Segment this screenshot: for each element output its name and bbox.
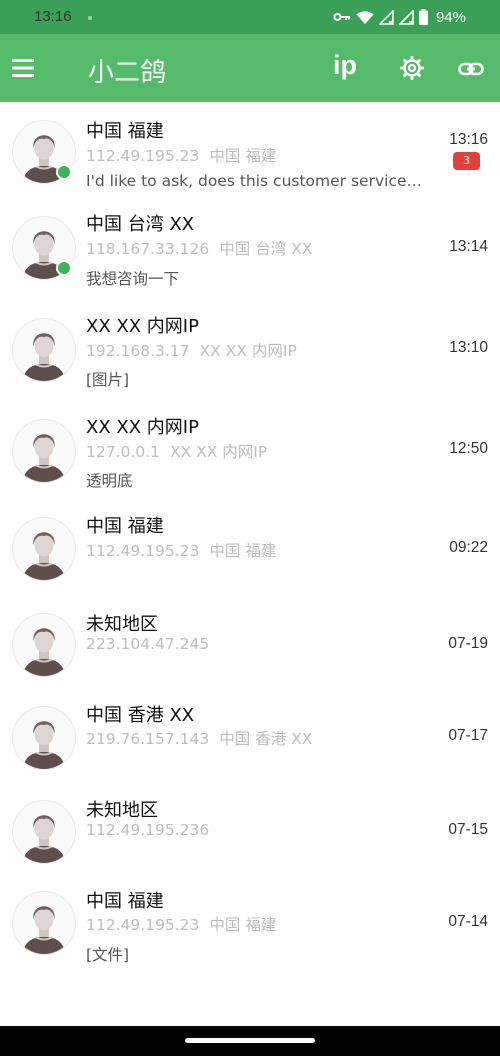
last-message: 透明底 [86,472,133,490]
message-time: 13:16 [449,131,488,148]
conversation-item[interactable]: XX XX 内网IP 127.0.0.1 XX XX 内网IP 透明底 12:50 [0,402,500,502]
ip-location: XX XX 内网IP [199,342,297,360]
message-time: 13:14 [449,238,488,255]
online-indicator [56,260,72,276]
avatar [12,318,76,382]
ip-location: 中国 福建 [209,916,277,934]
conversation-name: 中国 台湾 XX [86,214,195,235]
conversation-name: 中国 福建 [86,516,164,537]
ip-location: 中国 福建 [209,542,277,560]
ip-address: 112.49.195.23 [86,147,200,165]
avatar-icon [23,532,65,580]
ip-location: 中国 台湾 XX [219,240,313,258]
conversation-name: XX XX 内网IP [86,316,199,337]
conversation-item[interactable]: 中国 福建 112.49.195.23 中国 福建 [文件] 07-14 [0,877,500,977]
avatar [12,800,76,864]
notification-dot-icon [88,16,92,20]
conversation-item[interactable]: 未知地区 223.104.47.245 07-19 [0,600,500,691]
gear-icon[interactable] [400,56,424,80]
conversation-item[interactable]: 中国 台湾 XX 118.167.33.126 中国 台湾 XX 我想咨询一下 1… [0,200,500,301]
message-time: 13:10 [449,339,488,356]
last-message: [文件] [86,946,130,964]
avatar [12,891,76,955]
conversation-ip: 112.49.195.23 中国 福建 [86,913,276,935]
conversation-name: XX XX 内网IP [86,417,199,438]
ip-address: 118.167.33.126 [86,240,210,258]
last-message: [图片] [86,371,130,389]
last-message: 我想咨询一下 [86,270,180,288]
ip-location: 中国 福建 [209,147,277,165]
conversation-item[interactable]: 未知地区 112.49.195.236 07-15 [0,786,500,877]
conversation-name: 中国 福建 [86,121,164,142]
ip-address: 127.0.0.1 [86,443,160,461]
conversation-ip: 112.49.195.23 中国 福建 [86,144,276,166]
app-title: 小二鸽 [88,58,167,88]
battery-icon [418,9,428,25]
message-time: 07-17 [448,727,488,744]
signal-icon [378,9,394,25]
conversation-list: 中国 福建 112.49.195.23 中国 福建 I'd like to ask… [0,102,500,977]
navigation-bar [0,1026,500,1056]
ip-address: 112.49.195.23 [86,916,200,934]
conversation-ip: 219.76.157.143 中国 香港 XX [86,727,312,749]
link-icon[interactable] [458,56,484,82]
conversation-item[interactable]: 中国 香港 XX 219.76.157.143 中国 香港 XX 07-17 [0,691,500,786]
ip-button[interactable]: ip [333,50,357,81]
conversation-item[interactable]: 中国 福建 112.49.195.23 中国 福建 09:22 [0,502,500,600]
conversation-ip: 192.168.3.17 XX XX 内网IP [86,339,297,361]
ip-address: 112.49.195.23 [86,542,200,560]
avatar-icon [23,434,65,482]
wifi-icon [356,10,374,24]
ip-address: 219.76.157.143 [86,730,210,748]
ip-address: 192.168.3.17 [86,342,190,360]
conversation-ip: 118.167.33.126 中国 台湾 XX [86,237,312,259]
avatar-icon [23,815,65,863]
menu-icon[interactable] [12,58,34,78]
online-indicator [56,164,72,180]
unread-badge: 3 [453,152,480,170]
key-icon [333,13,350,21]
battery-level: 94% [435,8,466,26]
avatar-icon [23,906,65,954]
ip-address: 112.49.195.236 [86,821,210,839]
conversation-ip: 112.49.195.236 [86,821,209,839]
message-time: 07-19 [448,635,488,652]
avatar-icon [23,721,65,769]
ip-address: 223.104.47.245 [86,635,210,653]
conversation-ip: 112.49.195.23 中国 福建 [86,539,276,561]
message-time: 09:22 [449,539,488,556]
avatar [12,706,76,770]
ip-location: 中国 香港 XX [219,730,313,748]
ip-location: XX XX 内网IP [169,443,268,461]
last-message: I'd like to ask, does this customer serv… [86,172,426,190]
avatar-icon [23,333,65,381]
home-handle[interactable] [185,1038,315,1043]
conversation-item[interactable]: XX XX 内网IP 192.168.3.17 XX XX 内网IP [图片] 1… [0,301,500,402]
conversation-item[interactable]: 中国 福建 112.49.195.23 中国 福建 I'd like to ask… [0,102,500,200]
conversation-ip: 223.104.47.245 [86,635,209,653]
conversation-name: 未知地区 [86,800,158,821]
message-time: 07-15 [448,821,488,838]
signal-icon [398,9,414,25]
app-bar: 小二鸽 ip [0,34,500,102]
message-time: 07-14 [448,913,488,930]
status-bar: 13:16 94% [0,0,500,34]
avatar [12,613,76,677]
message-time: 12:50 [449,440,488,457]
conversation-name: 中国 香港 XX [86,705,195,726]
status-icons: 94% [333,6,466,28]
conversation-name: 未知地区 [86,614,158,635]
avatar [12,517,76,581]
conversation-name: 中国 福建 [86,891,164,912]
avatar-icon [23,628,65,676]
conversation-ip: 127.0.0.1 XX XX 内网IP [86,440,267,462]
avatar [12,419,76,483]
